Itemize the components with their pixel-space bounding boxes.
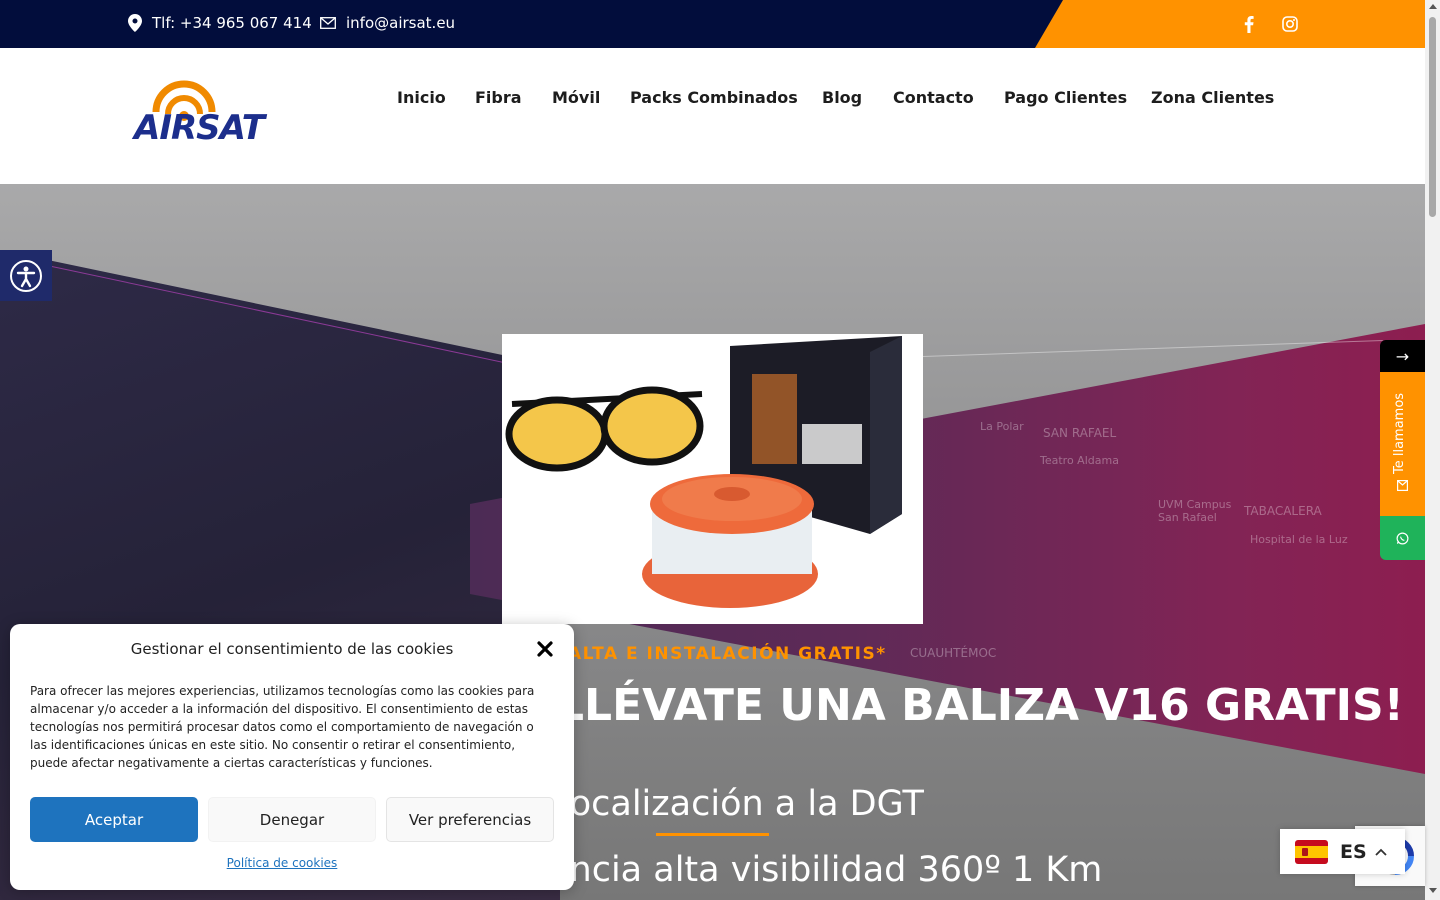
facebook-icon[interactable] <box>1237 12 1261 36</box>
map-label: Hospital de la Luz <box>1250 533 1348 546</box>
accessibility-button[interactable] <box>0 250 52 301</box>
map-label: UVM Campus San Rafael <box>1158 498 1232 524</box>
nav-packs-combinados[interactable]: Packs Combinados <box>630 88 798 107</box>
language-code: ES <box>1340 840 1367 863</box>
scroll-thumb[interactable] <box>1429 17 1436 217</box>
airsat-logo[interactable]: AIRSAT <box>134 80 284 148</box>
floating-toggle-arrow[interactable]: → <box>1380 340 1425 372</box>
map-label: La Polar <box>980 420 1024 433</box>
accept-button[interactable]: Aceptar <box>30 797 198 842</box>
deny-button[interactable]: Denegar <box>208 797 376 842</box>
feature-text-1: localización a la DGT <box>560 784 924 824</box>
promo-headline: LLÉVATE UNA BALIZA V16 GRATIS! <box>556 680 1404 731</box>
nav-fibra[interactable]: Fibra <box>475 88 522 107</box>
language-switcher[interactable]: ES <box>1280 829 1405 874</box>
cookie-consent-dialog: Gestionar el consentimiento de las cooki… <box>10 624 574 890</box>
nav-zona-clientes[interactable]: Zona Clientes <box>1151 88 1274 107</box>
cookie-policy-link[interactable]: Política de cookies <box>10 856 554 870</box>
promo-subtitle: ALTA E INSTALACIÓN GRATIS* <box>568 644 887 664</box>
top-bar: Tlf: +34 965 067 414 info@airsat.eu <box>0 0 1425 48</box>
call-me-button[interactable]: Te llamamos <box>1380 372 1425 516</box>
feature-underline <box>656 833 769 836</box>
email-text: info@airsat.eu <box>346 14 456 32</box>
phone-contact[interactable]: Tlf: +34 965 067 414 <box>128 14 312 32</box>
phone-text: Tlf: +34 965 067 414 <box>152 14 312 32</box>
nav-inicio[interactable]: Inicio <box>397 88 446 107</box>
nav-movil[interactable]: Móvil <box>552 88 600 107</box>
close-icon[interactable] <box>534 638 556 660</box>
cookie-dialog-title: Gestionar el consentimiento de las cooki… <box>130 640 454 658</box>
product-image <box>502 334 923 624</box>
feature-text-2: encia alta visibilidad 360º 1 Km <box>548 850 1103 890</box>
whatsapp-icon <box>1396 532 1409 544</box>
envelope-icon <box>320 17 336 29</box>
location-pin-icon <box>128 14 142 32</box>
scroll-down-arrow[interactable] <box>1429 888 1437 893</box>
envelope-icon <box>1397 480 1408 491</box>
map-label: Teatro Aldama <box>1040 454 1119 467</box>
nav-contacto[interactable]: Contacto <box>893 88 974 107</box>
map-label: TABACALERA <box>1244 504 1322 518</box>
nav-blog[interactable]: Blog <box>822 88 862 107</box>
nav-pago-clientes[interactable]: Pago Clientes <box>1004 88 1127 107</box>
map-label: SAN RAFAEL <box>1043 426 1117 440</box>
baliza-product-illustration <box>502 334 923 624</box>
logo-wordmark: AIRSAT <box>134 108 265 148</box>
call-me-label: Te llamamos <box>1392 392 1407 474</box>
email-contact[interactable]: info@airsat.eu <box>320 14 455 32</box>
page-scrollbar[interactable] <box>1425 0 1440 900</box>
spain-flag-icon <box>1295 839 1328 864</box>
scroll-up-arrow[interactable] <box>1429 4 1437 9</box>
map-label: CUAUHTÉMOC <box>910 646 997 660</box>
chevron-up-icon <box>1375 848 1387 856</box>
preferences-button[interactable]: Ver preferencias <box>386 797 554 842</box>
top-bar-accent <box>1035 0 1425 48</box>
accessibility-icon <box>10 259 42 292</box>
whatsapp-button[interactable] <box>1380 516 1425 560</box>
instagram-icon[interactable] <box>1278 12 1302 36</box>
cookie-dialog-text: Para ofrecer las mejores experiencias, u… <box>30 684 535 770</box>
site-header: AIRSAT Inicio Fibra Móvil Packs Combinad… <box>0 48 1425 184</box>
